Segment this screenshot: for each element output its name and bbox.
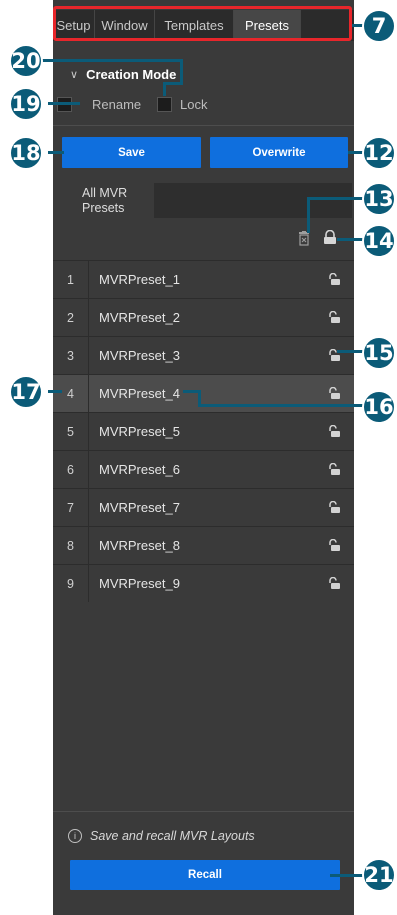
tabs-highlight-outline <box>53 6 352 41</box>
footer-divider <box>53 811 354 812</box>
overwrite-button[interactable]: Overwrite <box>210 137 348 168</box>
callout-21-line <box>330 874 364 877</box>
callout-badge-14: 14 <box>362 224 396 258</box>
preset-name[interactable]: MVRPreset_1 <box>89 272 314 287</box>
unlock-icon[interactable] <box>314 577 354 590</box>
callout-13-line-h <box>307 197 365 200</box>
unlock-icon[interactable] <box>314 463 354 476</box>
recall-button[interactable]: Recall <box>70 860 340 890</box>
preset-list: 1 MVRPreset_1 2 MVRPreset_2 3 MVRPreset_3 4 MVR… <box>53 260 354 602</box>
lock-option[interactable]: Lock <box>157 97 207 112</box>
preset-name[interactable]: MVRPreset_9 <box>89 576 314 591</box>
callout-14-line <box>337 238 363 241</box>
preset-row[interactable]: 8 MVRPreset_8 <box>53 526 354 564</box>
callout-badge-15: 15 <box>362 336 396 370</box>
unlock-icon[interactable] <box>314 501 354 514</box>
callout-badge-7: 7 <box>362 9 396 43</box>
callout-19-line <box>48 102 80 105</box>
callout-badge-13: 13 <box>362 182 396 216</box>
callout-badge-21: 21 <box>362 858 396 892</box>
unlock-icon[interactable] <box>314 425 354 438</box>
preset-name[interactable]: MVRPreset_4 <box>89 386 314 401</box>
callout-15-line <box>337 350 363 353</box>
preset-number: 2 <box>53 299 89 336</box>
unlock-icon[interactable] <box>314 273 354 286</box>
preset-number: 3 <box>53 337 89 374</box>
callout-badge-17: 17 <box>9 375 43 409</box>
preset-number: 9 <box>53 565 89 602</box>
preset-name[interactable]: MVRPreset_3 <box>89 348 314 363</box>
preset-number: 8 <box>53 527 89 564</box>
preset-number: 7 <box>53 489 89 526</box>
lock-checkbox[interactable] <box>157 97 172 112</box>
rename-label: Rename <box>92 97 142 112</box>
callout-13-line-v <box>307 197 310 233</box>
lock-label: Lock <box>180 97 208 112</box>
preset-name[interactable]: MVRPreset_5 <box>89 424 314 439</box>
footer-info-text: Save and recall MVR Layouts <box>90 829 255 843</box>
tab-all-mvr-presets[interactable]: All MVR Presets <box>58 183 154 223</box>
footer-info: i Save and recall MVR Layouts <box>68 829 255 843</box>
preset-number: 5 <box>53 413 89 450</box>
callout-badge-20: 20 <box>9 44 43 78</box>
callout-20-line-h2 <box>163 82 183 85</box>
info-icon: i <box>68 829 82 843</box>
unlock-icon[interactable] <box>314 387 354 400</box>
trash-icon[interactable] <box>298 231 310 246</box>
callout-20-line-v2 <box>163 82 166 96</box>
preset-number: 4 <box>53 375 89 412</box>
preset-name[interactable]: MVRPreset_8 <box>89 538 314 553</box>
preset-number: 1 <box>53 261 89 298</box>
preset-row[interactable]: 3 MVRPreset_3 <box>53 336 354 374</box>
preset-row[interactable]: 7 MVRPreset_7 <box>53 488 354 526</box>
preset-number: 6 <box>53 451 89 488</box>
unlock-icon[interactable] <box>314 539 354 552</box>
preset-name[interactable]: MVRPreset_7 <box>89 500 314 515</box>
preset-row[interactable]: 5 MVRPreset_5 <box>53 412 354 450</box>
preset-name[interactable]: MVRPreset_6 <box>89 462 314 477</box>
lock-all-icon[interactable] <box>322 230 338 245</box>
callout-badge-16: 16 <box>362 390 396 424</box>
unlock-icon[interactable] <box>314 311 354 324</box>
callout-20-line-h <box>42 59 182 62</box>
save-button[interactable]: Save <box>62 137 201 168</box>
preset-row[interactable]: 6 MVRPreset_6 <box>53 450 354 488</box>
divider <box>53 125 354 126</box>
creation-mode-header[interactable]: ∨ Creation Mode <box>70 67 176 82</box>
callout-20-line-v1 <box>180 59 183 84</box>
callout-badge-19: 19 <box>9 87 43 121</box>
callout-18-line <box>48 151 64 154</box>
preset-name[interactable]: MVRPreset_2 <box>89 310 314 325</box>
creation-mode-title: Creation Mode <box>86 67 177 82</box>
preset-row[interactable]: 1 MVRPreset_1 <box>53 260 354 298</box>
preset-row[interactable]: 9 MVRPreset_9 <box>53 564 354 602</box>
callout-badge-18: 18 <box>9 136 43 170</box>
preset-row[interactable]: 2 MVRPreset_2 <box>53 298 354 336</box>
callout-badge-12: 12 <box>362 136 396 170</box>
subtab-bar-empty <box>154 183 352 218</box>
callout-17-line <box>48 390 62 393</box>
chevron-down-icon: ∨ <box>70 69 79 81</box>
callout-16-line-c <box>198 404 364 407</box>
